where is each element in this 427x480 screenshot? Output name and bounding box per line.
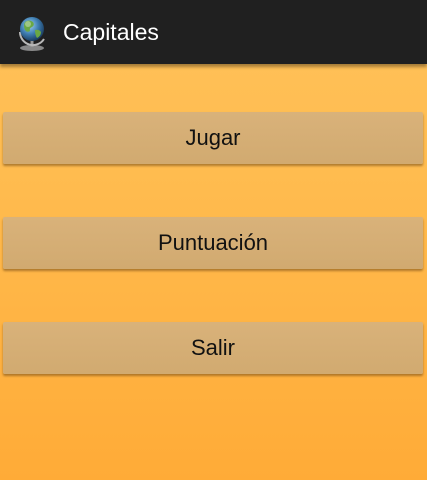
play-button[interactable]: Jugar [3,112,423,164]
globe-icon[interactable] [12,12,52,52]
score-button[interactable]: Puntuación [3,217,423,269]
action-bar: Capitales [0,0,427,64]
app-title: Capitales [63,19,159,45]
app-screen: Capitales Jugar Puntuación Salir [0,0,427,480]
exit-button[interactable]: Salir [3,322,423,374]
